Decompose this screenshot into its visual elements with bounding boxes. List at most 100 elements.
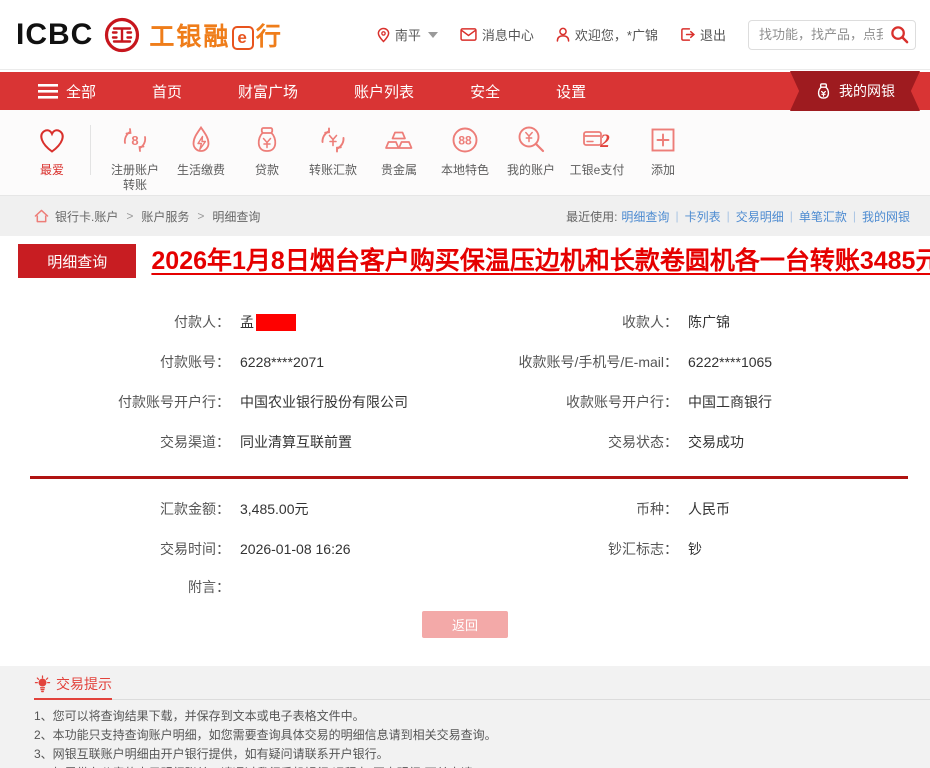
logo-e-badge: e	[232, 26, 253, 50]
svg-text:2: 2	[599, 131, 610, 152]
breadcrumb-bar: 银行卡.账户 > 账户服务 > 明细查询 最近使用: 明细查询 | 卡列表 | …	[0, 196, 930, 236]
epay-card-icon: 2	[579, 122, 615, 158]
icbc-emblem-icon	[103, 16, 141, 54]
local-features-icon: 88	[447, 122, 483, 158]
status-label: 交易状态：	[465, 432, 678, 452]
svg-text:8: 8	[131, 133, 138, 148]
gold-bars-icon	[381, 122, 417, 158]
shortcut-my-account[interactable]: 我的账户	[499, 122, 563, 195]
payer-value: 孟	[240, 312, 296, 332]
recent-link-my-ebank[interactable]: 我的网银	[862, 208, 910, 225]
field-row: 付款账号： 6228****2071 收款账号/手机号/E-mail： 6222…	[0, 342, 930, 382]
vertical-divider	[90, 125, 91, 175]
shortcut-label: 转账汇款	[305, 163, 361, 178]
currency-value: 人民币	[688, 499, 730, 519]
recently-used-label: 最近使用:	[566, 208, 617, 225]
loan-bag-icon	[249, 122, 285, 158]
transaction-tips: 交易提示 1、您可以将查询结果下载，并保存到文本或电子表格文件中。 2、本功能只…	[0, 666, 930, 768]
my-ebank-button[interactable]: 我的网银	[790, 71, 920, 111]
home-icon[interactable]	[34, 209, 49, 223]
tip-line: 1、您可以将查询结果下载，并保存到文本或电子表格文件中。	[34, 707, 910, 726]
payer-account-label: 付款账号：	[0, 352, 230, 372]
search-button[interactable]	[890, 25, 909, 47]
shortcut-label: 最爱	[24, 163, 80, 178]
payee-account-value: 6222****1065	[688, 354, 772, 370]
shortcut-bar: 最爱 8 注册账户转账 生活缴费 贷款	[0, 110, 930, 196]
search-icon	[890, 25, 909, 44]
nav-item-settings[interactable]: 设置	[556, 81, 586, 102]
field-row: 交易渠道： 同业清算互联前置 交易状态： 交易成功	[0, 422, 930, 462]
cash-flag-label: 钞汇标志：	[465, 539, 678, 559]
breadcrumb-segment[interactable]: 账户服务	[141, 208, 189, 225]
message-center-label: 消息中心	[482, 25, 534, 44]
message-center-link[interactable]: 消息中心	[460, 25, 534, 44]
link-separator: |	[727, 209, 730, 223]
utility-drop-icon	[183, 122, 219, 158]
shortcut-label: 生活缴费	[173, 163, 229, 178]
shortcut-transfer-remit[interactable]: 转账汇款	[301, 122, 365, 195]
button-row: 返回	[0, 611, 930, 638]
shortcut-register-transfer[interactable]: 8 注册账户转账	[103, 122, 167, 195]
shortcut-precious-metal[interactable]: 贵金属	[367, 122, 431, 195]
my-ebank-label: 我的网银	[839, 81, 895, 101]
recent-link-single-remit[interactable]: 单笔汇款	[799, 208, 847, 225]
recent-link-detail-query[interactable]: 明细查询	[621, 208, 669, 225]
add-plus-icon	[645, 122, 681, 158]
logout-button[interactable]: 退出	[680, 25, 726, 44]
field-row: 汇款金额： 3,485.00元 币种： 人民币	[0, 489, 930, 529]
shortcut-epay[interactable]: 2 工银e支付	[565, 122, 629, 195]
shortcut-loan[interactable]: 贷款	[235, 122, 299, 195]
icbc-wordmark: ICBC	[16, 18, 93, 52]
payer-bank-value: 中国农业银行股份有限公司	[240, 392, 408, 412]
shortcut-favorite[interactable]: 最爱	[22, 122, 82, 195]
memo-label: 附言：	[0, 577, 230, 597]
location-label: 南平	[395, 25, 421, 44]
shortcut-life-payment[interactable]: 生活缴费	[169, 122, 233, 195]
nav-item-security[interactable]: 安全	[470, 81, 500, 102]
payee-label: 收款人：	[465, 312, 678, 332]
nav-item-accounts[interactable]: 账户列表	[354, 81, 414, 102]
nav-label-all: 全部	[66, 81, 96, 102]
welcome-user[interactable]: 欢迎您，*广锦	[556, 25, 658, 44]
tips-title: 交易提示	[56, 674, 112, 694]
tip-line: 3、网银互联账户明细由开户银行提供，如有疑问请联系开户银行。	[34, 745, 910, 764]
recent-link-transaction-detail[interactable]: 交易明细	[736, 208, 784, 225]
amount-fields: 汇款金额： 3,485.00元 币种： 人民币 交易时间： 2026-01-08…	[0, 489, 930, 605]
link-separator: |	[790, 209, 793, 223]
nav-item-all[interactable]: 全部	[38, 81, 96, 102]
shortcut-add[interactable]: 添加	[631, 122, 695, 195]
tips-heading: 交易提示	[34, 674, 112, 700]
location-selector[interactable]: 南平	[377, 25, 438, 44]
top-header: ICBC 工银融e行 南平	[0, 0, 930, 70]
breadcrumb: 银行卡.账户 > 账户服务 > 明细查询	[34, 208, 260, 225]
link-separator: |	[675, 209, 678, 223]
main-nav: 全部 首页 财富广场 账户列表 安全 设置 我的网银	[0, 72, 930, 110]
logo-cn-text: 工银融e行	[149, 17, 283, 53]
breadcrumb-segment[interactable]: 银行卡.账户	[55, 208, 118, 225]
recent-link-card-list[interactable]: 卡列表	[685, 208, 721, 225]
register-transfer-icon: 8	[117, 122, 153, 158]
payee-bank-label: 收款账号开户行：	[465, 392, 678, 412]
field-row: 付款账号开户行： 中国农业银行股份有限公司 收款账号开户行： 中国工商银行	[0, 382, 930, 422]
field-row: 交易时间： 2026-01-08 16:26 钞汇标志： 钞	[0, 529, 930, 569]
channel-label: 交易渠道：	[0, 432, 230, 452]
payer-account-value: 6228****2071	[240, 354, 324, 370]
field-row: 附言：	[0, 569, 930, 605]
account-search-icon	[513, 122, 549, 158]
status-value: 交易成功	[688, 432, 744, 452]
nav-item-wealth[interactable]: 财富广场	[238, 81, 298, 102]
location-pin-icon	[377, 27, 390, 43]
panel-title-row: 明细查询 2026年1月8日烟台客户购买保温压边机和长款卷圆机各一台转账3485…	[18, 244, 930, 278]
transfer-arrows-icon	[315, 122, 351, 158]
shortcut-label: 工银e支付	[569, 163, 625, 178]
money-bag-icon	[815, 82, 832, 100]
tip-line: 4、如需带有公章的电子明细账单，请通过我行手机银行“远程办-历史明细”下单申请。	[34, 764, 910, 768]
shortcut-local-features[interactable]: 88 本地特色	[433, 122, 497, 195]
nav-item-home[interactable]: 首页	[152, 81, 182, 102]
icbc-logo: ICBC 工银融e行	[16, 16, 283, 54]
search-box	[748, 20, 916, 50]
back-button[interactable]: 返回	[422, 611, 508, 638]
cash-flag-value: 钞	[688, 539, 702, 559]
payer-label: 付款人：	[0, 312, 230, 332]
payee-bank-value: 中国工商银行	[688, 392, 772, 412]
